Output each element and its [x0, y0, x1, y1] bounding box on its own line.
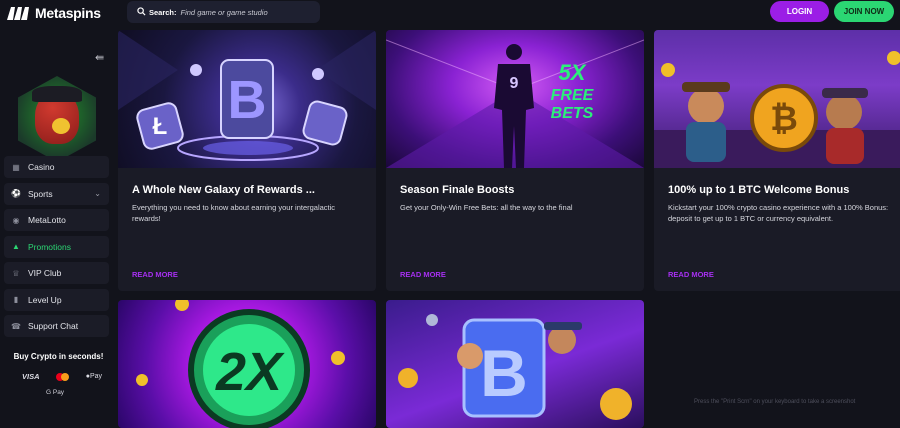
buy-crypto-heading: Buy Crypto in seconds!	[13, 352, 104, 361]
sidebar-item-sports[interactable]: ⚽ Sports ⌄	[4, 182, 109, 205]
sidebar-item-vip-club[interactable]: ♕ VIP Club	[4, 262, 109, 284]
promo-description: Everything you need to know about earnin…	[132, 203, 336, 223]
search-placeholder: Find game or game studio	[180, 7, 268, 17]
sidebar-item-support-chat[interactable]: ☎ Support Chat	[4, 315, 109, 337]
promo-card[interactable]: B Ł A Whole New Galaxy of Rewards ... Ev…	[118, 30, 376, 291]
top-bar: Metaspins Search: Find game or game stud…	[0, 0, 900, 26]
level-icon: ▮	[13, 295, 19, 304]
galaxy-crypto-image: B Ł	[118, 30, 376, 168]
svg-text:2X: 2X	[215, 342, 285, 402]
svg-text:FREE: FREE	[551, 87, 595, 104]
search-input[interactable]: Search: Find game or game studio	[127, 1, 320, 23]
sidebar-item-label: Promotions	[28, 241, 71, 252]
western-characters-image: ₿	[654, 30, 900, 168]
promo-title: 100% up to 1 BTC Welcome Bonus	[668, 184, 850, 196]
sidebar-item-metalotto[interactable]: ◉ MetaLotto	[4, 209, 109, 231]
promo-card[interactable]: 2X	[118, 300, 376, 428]
sports-icon: ⚽	[11, 189, 21, 198]
beak-illustration	[52, 118, 70, 134]
screenshot-hint: Press the "Print Scrn" on your keyboard …	[694, 399, 856, 405]
svg-text:5X: 5X	[559, 60, 587, 85]
logo-mark-icon	[6, 5, 32, 21]
collapse-sidebar-icon[interactable]: ⇚	[95, 51, 104, 64]
payment-methods: VISA ●Pay	[22, 372, 102, 381]
sidebar-item-label: Level Up	[28, 294, 62, 305]
login-button[interactable]: LOGIN	[770, 1, 829, 22]
svg-text:Ł: Ł	[153, 113, 168, 140]
read-more-link[interactable]: READ MORE	[400, 270, 446, 279]
sidebar-item-promotions[interactable]: ▲ Promotions	[4, 235, 109, 258]
promo-card[interactable]: 9 5X FREE BETS Season Finale Boosts Get …	[386, 30, 644, 291]
svg-text:B: B	[228, 70, 267, 130]
avatar[interactable]	[18, 76, 96, 162]
mastercard-icon	[56, 372, 70, 381]
svg-text:9: 9	[510, 75, 519, 92]
promo-card[interactable]: B	[386, 300, 644, 428]
sidebar-item-label: Sports	[28, 188, 53, 199]
sidebar-item-label: Casino	[28, 162, 55, 172]
pirate-hat-illustration	[32, 86, 82, 102]
promo-description: Kickstart your 100% crypto casino experi…	[668, 203, 889, 223]
sidebar-item-label: VIP Club	[28, 268, 62, 278]
promo-title: A Whole New Galaxy of Rewards ...	[132, 184, 315, 196]
lotto-icon: ◉	[12, 215, 20, 225]
read-more-link[interactable]: READ MORE	[668, 270, 714, 279]
sidebar-item-casino[interactable]: ▦ Casino	[4, 156, 109, 178]
google-pay-logo: G Pay	[46, 389, 65, 396]
svg-text:BETS: BETS	[551, 105, 594, 122]
crown-icon: ♕	[12, 268, 20, 278]
promo-card[interactable]: ₿ 100% up to 1 BTC Welcome Bonus Kicksta…	[654, 30, 900, 291]
search-label: Search:	[149, 7, 177, 17]
logo-text: Metaspins	[35, 5, 101, 21]
logo[interactable]: Metaspins	[6, 5, 101, 21]
sidebar-item-label: Support Chat	[28, 321, 79, 331]
promo-description: Get your Only-Win Free Bets: all the way…	[400, 203, 573, 212]
visa-logo: VISA	[22, 372, 40, 381]
search-icon	[137, 6, 146, 18]
2x-coin-image: 2X	[118, 300, 376, 428]
sidebar-item-label: MetaLotto	[28, 215, 66, 225]
casino-icon: ▦	[12, 162, 20, 172]
sidebar-item-level-up[interactable]: ▮ Level Up	[4, 288, 109, 311]
read-more-link[interactable]: READ MORE	[132, 270, 178, 279]
sidebar-nav: ▦ Casino ⚽ Sports ⌄ ◉ MetaLotto ▲ Promot…	[4, 156, 109, 342]
apple-pay-logo: ●Pay	[85, 373, 102, 380]
join-now-button[interactable]: JOIN NOW	[834, 1, 894, 22]
svg-text:₿: ₿	[770, 100, 798, 138]
football-player-image: 9 5X FREE BETS	[386, 30, 644, 168]
bitcoin-cowboys-image: B	[386, 300, 644, 428]
svg-text:B: B	[480, 336, 528, 410]
promo-title: Season Finale Boosts	[400, 184, 515, 196]
headset-icon: ☎	[11, 321, 21, 331]
megaphone-icon: ▲	[12, 242, 20, 251]
chevron-down-icon[interactable]: ⌄	[94, 189, 101, 198]
